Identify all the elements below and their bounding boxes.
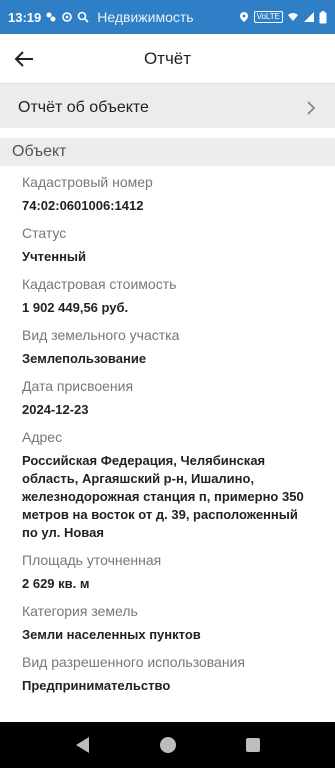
field-label: Кадастровый номер <box>22 174 153 190</box>
volte-badge: VoLTE <box>253 11 283 23</box>
app-bar: Отчёт <box>0 34 335 84</box>
search-icon <box>77 11 89 23</box>
field-status: Статус Учтенный <box>22 223 313 266</box>
status-bar: 13:19 Недвижимость VoLTE <box>0 0 335 34</box>
nav-recents-button[interactable] <box>241 733 265 757</box>
field-label: Вид разрешенного использования <box>22 654 245 670</box>
field-area: Площадь уточненная 2 629 кв. м <box>22 550 313 593</box>
field-value: 2024-12-23 <box>22 402 89 417</box>
field-cadastral-value: Кадастровая стоимость 1 902 449,56 руб. <box>22 274 313 317</box>
field-value: Земли населенных пунктов <box>22 627 201 642</box>
object-fields: Кадастровый номер 74:02:0601006:1412 Ста… <box>0 166 335 703</box>
back-button[interactable] <box>2 37 46 81</box>
square-recents-icon <box>245 738 260 752</box>
field-value: 74:02:0601006:1412 <box>22 198 144 213</box>
field-value: Землепользование <box>22 351 147 366</box>
battery-icon <box>319 10 327 23</box>
field-value: Учтенный <box>22 249 87 264</box>
field-value: Российская Федерация, Челябинская област… <box>22 453 304 540</box>
field-value: 1 902 449,56 руб. <box>22 300 129 315</box>
field-cadastral-number: Кадастровый номер 74:02:0601006:1412 <box>22 172 313 215</box>
field-label: Вид земельного участка <box>22 327 180 343</box>
field-label: Категория земель <box>22 603 138 619</box>
system-nav-bar <box>0 722 335 768</box>
field-value: 2 629 кв. м <box>22 576 90 591</box>
field-label: Дата присвоения <box>22 378 134 394</box>
field-land-category: Категория земель Земли населенных пункто… <box>22 601 313 644</box>
triangle-back-icon <box>75 737 89 753</box>
field-label: Статус <box>22 225 67 241</box>
page-title: Отчёт <box>143 48 192 68</box>
report-link-row[interactable]: Отчёт об объекте <box>0 88 335 128</box>
field-permitted-use: Вид разрешенного использования Предприни… <box>22 652 313 695</box>
signal-icon <box>304 12 314 22</box>
section-header-object: Объект <box>0 138 335 166</box>
field-address: Адрес Российская Федерация, Челябинская … <box>22 427 313 542</box>
app-logo-icon <box>46 12 56 22</box>
report-link-label: Отчёт об объекте <box>18 99 149 116</box>
nav-home-button[interactable] <box>156 733 180 757</box>
app-name: Недвижимость <box>97 9 194 25</box>
field-assignment-date: Дата присвоения 2024-12-23 <box>22 376 313 419</box>
field-label: Площадь уточненная <box>22 552 162 568</box>
field-land-type: Вид земельного участка Землепользование <box>22 325 313 368</box>
field-label: Кадастровая стоимость <box>22 276 177 292</box>
arrow-left-icon <box>14 50 33 67</box>
location-icon <box>239 12 248 22</box>
circle-home-icon <box>159 737 176 753</box>
gear-icon <box>62 12 73 22</box>
wifi-icon <box>288 13 298 21</box>
chevron-right-icon <box>307 101 316 115</box>
status-time: 13:19 <box>8 9 42 25</box>
nav-back-button[interactable] <box>71 733 95 757</box>
field-value: Предпринимательство <box>22 678 171 693</box>
field-label: Адрес <box>22 429 63 445</box>
